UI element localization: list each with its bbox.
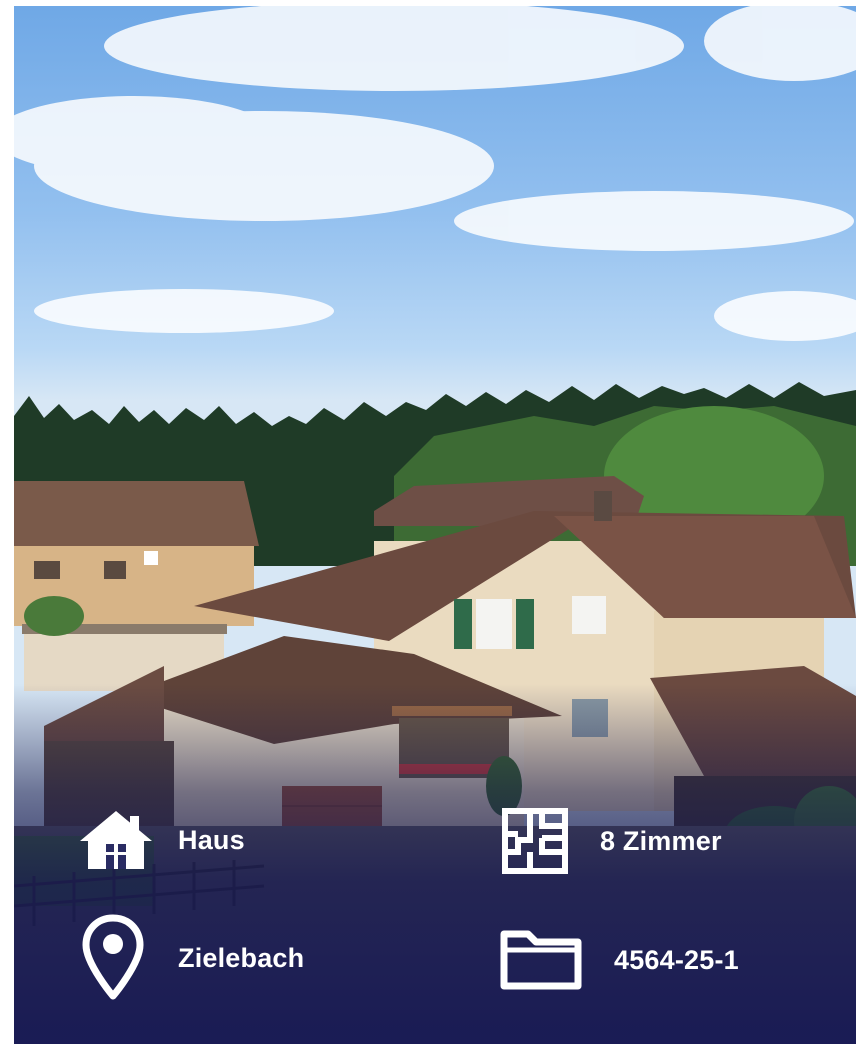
location-pin-icon	[82, 914, 144, 1002]
room-count: 8 Zimmer	[502, 808, 722, 874]
location: Zielebach	[82, 914, 304, 1002]
location-label: Zielebach	[178, 942, 305, 973]
floorplan-icon	[502, 808, 568, 874]
reference-number-label: 4564-25-1	[614, 944, 739, 975]
property-type-label: Haus	[178, 824, 245, 855]
house-icon	[78, 808, 154, 872]
listing-card[interactable]	[14, 6, 856, 1044]
reference-number: 4564-25-1	[498, 928, 739, 992]
room-count-label: 8 Zimmer	[600, 825, 722, 856]
property-type: Haus	[78, 808, 245, 872]
folder-icon	[498, 928, 584, 992]
